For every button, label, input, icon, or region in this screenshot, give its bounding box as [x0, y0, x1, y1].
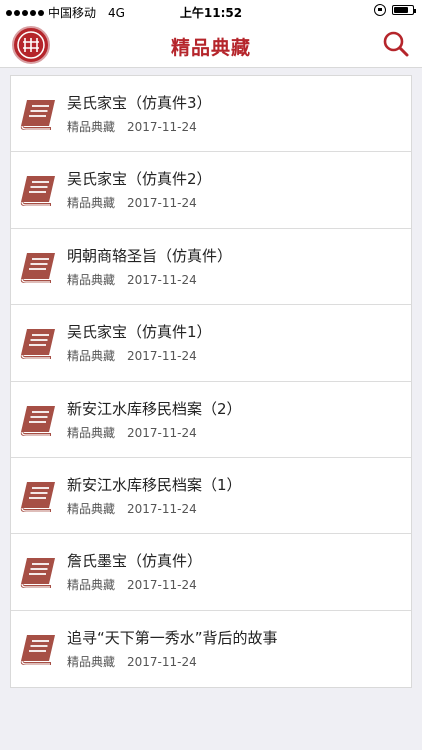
- item-category: 精品典藏: [67, 578, 116, 593]
- item-meta: 精品典藏 2017-11-24: [67, 500, 197, 517]
- item-meta: 精品典藏 2017-11-24: [67, 576, 197, 593]
- item-title: 新安江水库移民档案（1）: [67, 475, 242, 494]
- item-meta: 精品典藏 2017-11-24: [67, 271, 197, 288]
- book-icon: [17, 325, 57, 361]
- item-category: 精品典藏: [67, 654, 116, 669]
- item-title: 吴氏家宝（仿真件1）: [67, 323, 212, 342]
- orientation-lock-icon: [374, 4, 386, 16]
- list-item[interactable]: 吴氏家宝（仿真件3） 精品典藏 2017-11-24: [11, 76, 411, 153]
- item-title: 吴氏家宝（仿真件3）: [67, 94, 212, 112]
- list-item[interactable]: 新安江水库移民档案（2） 精品典藏 2017-11-24: [11, 382, 411, 458]
- status-time: 上午11:52: [179, 6, 243, 20]
- item-date: 2017-11-24: [127, 349, 197, 364]
- search-icon: [383, 31, 409, 57]
- item-date: 2017-11-24: [127, 196, 197, 211]
- search-button[interactable]: [382, 30, 410, 58]
- item-title: 吴氏家宝（仿真件2）: [67, 170, 212, 189]
- book-icon: [17, 172, 57, 208]
- page-title: 精品典藏: [170, 37, 251, 59]
- item-title: 追寻“天下第一秀水”背后的故事: [67, 628, 278, 647]
- item-meta: 精品典藏 2017-11-24: [67, 194, 197, 211]
- item-category: 精品典藏: [67, 501, 116, 516]
- item-meta: 精品典藏 2017-11-24: [67, 424, 197, 441]
- item-meta: 精品典藏 2017-11-24: [67, 347, 197, 364]
- book-icon: [17, 631, 57, 667]
- item-title: 明朝商辂圣旨（仿真件）: [67, 246, 233, 265]
- battery-icon: [392, 5, 416, 15]
- book-icon: [17, 478, 57, 514]
- item-meta: 精品典藏 2017-11-24: [67, 118, 197, 135]
- item-date: 2017-11-24: [127, 425, 197, 440]
- item-date: 2017-11-24: [127, 120, 197, 134]
- item-category: 精品典藏: [67, 349, 116, 364]
- battery-fill: [394, 7, 409, 13]
- status-bar: 中国移动 4G 上午11:52: [0, 0, 422, 22]
- book-icon: [17, 96, 57, 132]
- list-item[interactable]: 新安江水库移民档案（1） 精品典藏 2017-11-24: [11, 458, 411, 535]
- item-date: 2017-11-24: [127, 654, 197, 669]
- book-icon: [17, 554, 57, 590]
- item-category: 精品典藏: [67, 120, 116, 134]
- status-right: [374, 4, 416, 16]
- archive-list: 吴氏家宝（仿真件3） 精品典藏 2017-11-24 吴氏家宝（仿真件2） 精品典…: [10, 75, 412, 689]
- item-category: 精品典藏: [67, 196, 116, 211]
- list-item[interactable]: 追寻“天下第一秀水”背后的故事 精品典藏 2017-11-24: [11, 611, 411, 687]
- book-icon: [17, 249, 57, 285]
- list-item[interactable]: 吴氏家宝（仿真件1） 精品典藏 2017-11-24: [11, 305, 411, 382]
- nav-bar: 精品典藏: [0, 22, 422, 68]
- item-category: 精品典藏: [67, 272, 116, 287]
- list-item[interactable]: 詹氏墨宝（仿真件） 精品典藏 2017-11-24: [11, 534, 411, 611]
- item-meta: 精品典藏 2017-11-24: [67, 653, 197, 670]
- item-title: 新安江水库移民档案（2）: [67, 399, 242, 418]
- item-category: 精品典藏: [67, 425, 116, 440]
- item-date: 2017-11-24: [127, 272, 197, 287]
- list-item[interactable]: 明朝商辂圣旨（仿真件） 精品典藏 2017-11-24: [11, 229, 411, 306]
- item-date: 2017-11-24: [127, 501, 197, 516]
- list-item[interactable]: 吴氏家宝（仿真件2） 精品典藏 2017-11-24: [11, 152, 411, 229]
- item-date: 2017-11-24: [127, 578, 197, 593]
- item-title: 詹氏墨宝（仿真件）: [67, 552, 203, 571]
- book-icon: [17, 402, 57, 438]
